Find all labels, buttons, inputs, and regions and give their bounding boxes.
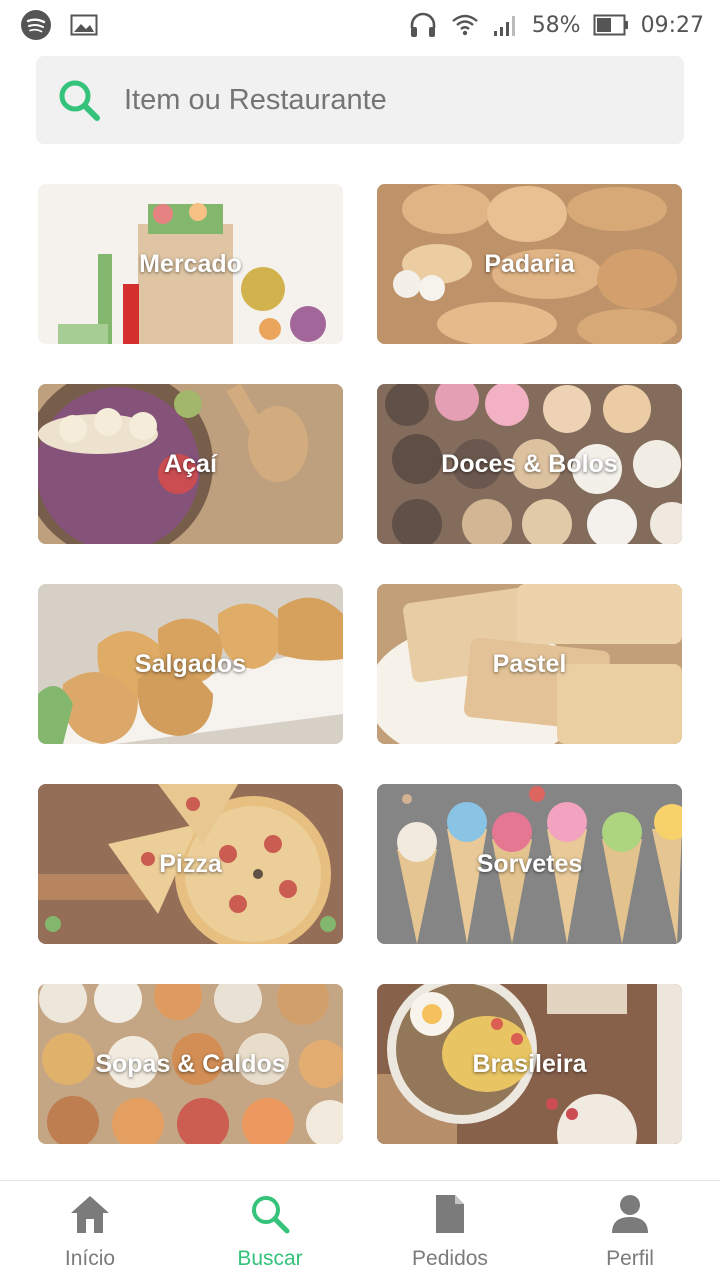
search-icon <box>56 77 102 123</box>
category-tile-sorvetes[interactable]: Sorvetes <box>377 784 682 944</box>
battery-icon <box>593 13 629 37</box>
category-tile-salgados[interactable]: Salgados <box>38 584 343 744</box>
nav-item-buscar[interactable]: Buscar <box>180 1181 360 1280</box>
headphones-icon <box>408 10 438 40</box>
category-label: Sopas & Caldos <box>95 1049 286 1078</box>
nav-label-perfil: Perfil <box>606 1247 654 1270</box>
home-icon <box>69 1193 111 1235</box>
search-input[interactable] <box>124 83 644 117</box>
nav-item-inicio[interactable]: Início <box>0 1181 180 1280</box>
category-label: Sorvetes <box>476 849 583 878</box>
battery-percent: 58% <box>531 12 581 38</box>
status-bar: 58% 09:27 <box>0 0 720 50</box>
nav-label-pedidos: Pedidos <box>412 1247 488 1270</box>
nav-label-inicio: Início <box>64 1247 116 1270</box>
image-icon <box>70 13 98 37</box>
category-label: Doces & Bolos <box>441 449 618 478</box>
category-tile-pastel[interactable]: Pastel <box>377 584 682 744</box>
category-tile-sopas-caldos[interactable]: Sopas & Caldos <box>38 984 343 1144</box>
signal-icon <box>492 12 520 38</box>
person-icon <box>609 1193 651 1235</box>
category-tile-doces-bolos[interactable]: Doces & Bolos <box>377 384 682 544</box>
category-tile-acai[interactable]: Açaí <box>38 384 343 544</box>
nav-label-buscar: Buscar <box>237 1247 303 1270</box>
category-label: Açaí <box>164 449 217 478</box>
status-left <box>20 9 98 41</box>
search-bar[interactable] <box>36 56 684 144</box>
category-grid: Mercado Padaria Açaí Doces & Bolos Salga… <box>38 184 682 1144</box>
category-label: Brasileira <box>472 1049 587 1078</box>
nav-item-pedidos[interactable]: Pedidos <box>360 1181 540 1280</box>
category-tile-brasileira[interactable]: Brasileira <box>377 984 682 1144</box>
spotify-icon <box>20 9 52 41</box>
search-icon <box>249 1193 291 1235</box>
status-right: 58% 09:27 <box>408 10 704 40</box>
category-tile-padaria[interactable]: Padaria <box>377 184 682 344</box>
category-tile-mercado[interactable]: Mercado <box>38 184 343 344</box>
category-tile-pizza[interactable]: Pizza <box>38 784 343 944</box>
category-label: Pizza <box>159 849 222 878</box>
category-label: Pastel <box>492 649 567 678</box>
wifi-icon <box>450 10 480 40</box>
nav-item-perfil[interactable]: Perfil <box>540 1181 720 1280</box>
bottom-navigation: Início Buscar Pedidos Perfil <box>0 1180 720 1280</box>
document-icon <box>429 1193 471 1235</box>
category-label: Padaria <box>484 249 575 278</box>
category-label: Salgados <box>134 649 247 678</box>
clock: 09:27 <box>640 12 704 38</box>
category-label: Mercado <box>139 249 242 278</box>
